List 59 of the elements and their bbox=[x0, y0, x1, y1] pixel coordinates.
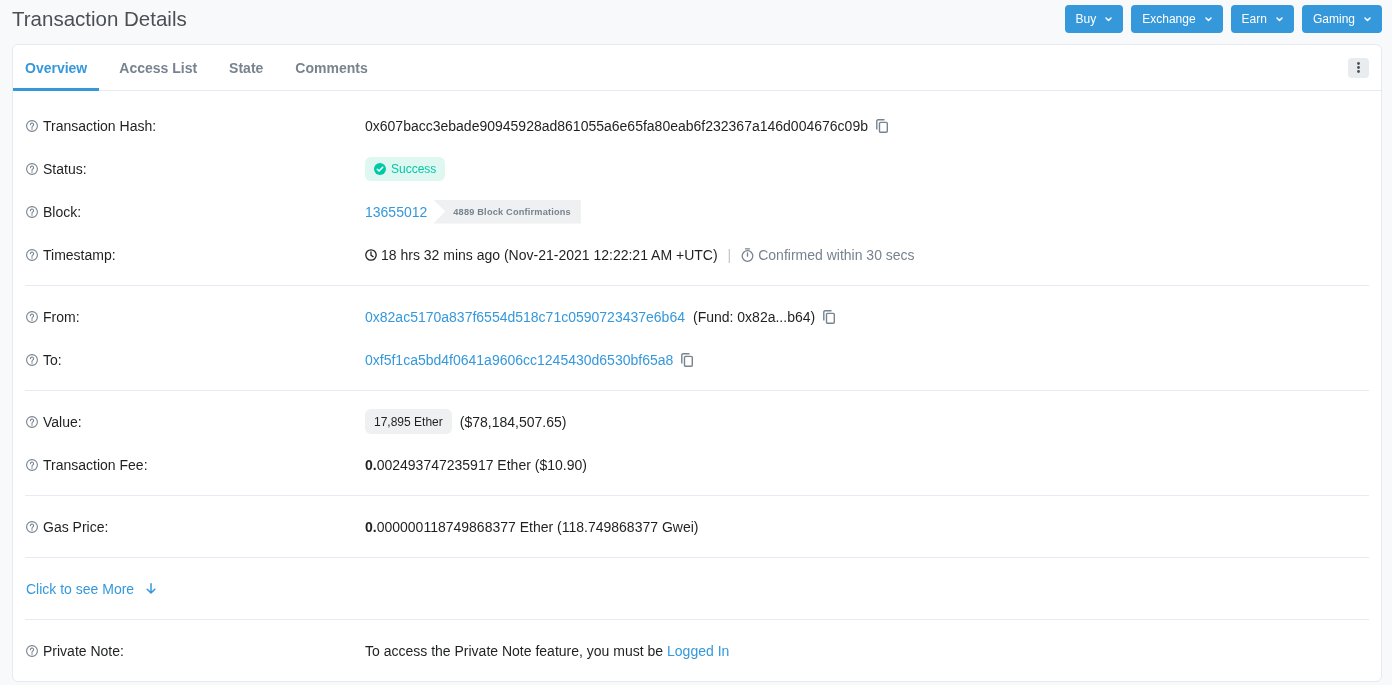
copy-icon[interactable] bbox=[681, 352, 694, 367]
help-icon bbox=[26, 310, 38, 323]
field-label: Gas Price: bbox=[43, 518, 109, 535]
ether-amount-badge: 17,895 Ether bbox=[365, 409, 452, 434]
transaction-hash: 0x607bacc3ebade90945928ad861055a6e65fa80eab6f232367a146d004676c09b bbox=[365, 117, 868, 134]
see-more-link[interactable]: Click to see More bbox=[26, 580, 157, 597]
tab[interactable]: State bbox=[217, 45, 276, 91]
private-note-text: To access the Private Note feature, you must be Logged In bbox=[365, 642, 730, 659]
usd-value: ($78,184,507.65) bbox=[459, 413, 567, 430]
clock-icon bbox=[365, 248, 377, 261]
field-label: Value: bbox=[43, 413, 82, 430]
confirmations-badge: 4889 Block Confirmations bbox=[433, 199, 581, 224]
field-label: Block: bbox=[43, 203, 82, 220]
help-icon bbox=[26, 248, 38, 261]
chevron-down-icon bbox=[1105, 16, 1113, 22]
help-icon bbox=[26, 353, 38, 366]
page-title: Transaction Details bbox=[12, 7, 187, 31]
field-value: 0.000000118749868377 Ether (118.749868377 Gwei) bbox=[365, 518, 699, 535]
help-icon bbox=[26, 520, 38, 533]
copy-icon[interactable] bbox=[823, 309, 836, 324]
confirmed-time-text: Confirmed within 30 secs bbox=[758, 246, 915, 263]
help-icon bbox=[26, 205, 38, 218]
field-label: Status: bbox=[43, 160, 87, 177]
help-icon bbox=[26, 644, 38, 657]
field-label: Transaction Fee: bbox=[43, 456, 148, 473]
tab[interactable]: Overview bbox=[13, 45, 100, 91]
dropdown-button[interactable]: Exchange bbox=[1131, 5, 1223, 33]
dropdown-button[interactable]: Buy bbox=[1064, 5, 1124, 33]
status-text: Success bbox=[391, 161, 437, 176]
more-options-button[interactable] bbox=[1348, 57, 1369, 78]
tab[interactable]: Comments bbox=[283, 45, 380, 91]
dropdown-button[interactable]: Earn bbox=[1230, 5, 1294, 33]
field-label: Timestamp: bbox=[43, 246, 116, 263]
chevron-down-icon bbox=[1204, 16, 1212, 22]
arrow-down-icon bbox=[146, 583, 157, 594]
block-link[interactable]: 13655012 bbox=[365, 203, 428, 220]
check-circle-icon bbox=[374, 162, 386, 175]
timestamp-text: 18 hrs 32 mins ago (Nov-21-2021 12:22:21 AM +UTC) bbox=[381, 246, 718, 263]
field-label: To: bbox=[43, 351, 62, 368]
copy-icon[interactable] bbox=[875, 118, 888, 133]
field-label: Transaction Hash: bbox=[43, 117, 157, 134]
chevron-down-icon bbox=[1364, 16, 1371, 22]
help-icon bbox=[26, 458, 38, 471]
help-icon bbox=[26, 415, 38, 428]
stopwatch-icon bbox=[741, 247, 755, 262]
tab[interactable]: Access List bbox=[107, 45, 210, 91]
dropdown-button[interactable]: Gaming bbox=[1301, 5, 1382, 33]
login-link[interactable]: Logged In bbox=[667, 642, 730, 659]
help-icon bbox=[26, 119, 38, 132]
chevron-down-icon bbox=[1275, 16, 1283, 22]
vertical-dots-icon bbox=[1357, 62, 1360, 73]
address-link[interactable]: 0xf5f1ca5bd4f0641a9606cc1245430d6530bf65a8 bbox=[365, 351, 674, 368]
field-value: 0.002493747235917 Ether ($10.90) bbox=[365, 456, 587, 473]
separator-text: | bbox=[727, 246, 732, 263]
field-label: From: bbox=[43, 308, 80, 325]
fund-note: (Fund: 0x82a...b64) bbox=[693, 308, 816, 325]
help-icon bbox=[26, 162, 38, 175]
field-label: Private Note: bbox=[43, 642, 124, 659]
address-link[interactable]: 0x82ac5170a837f6554d518c71c0590723437e6b64 bbox=[365, 308, 685, 325]
